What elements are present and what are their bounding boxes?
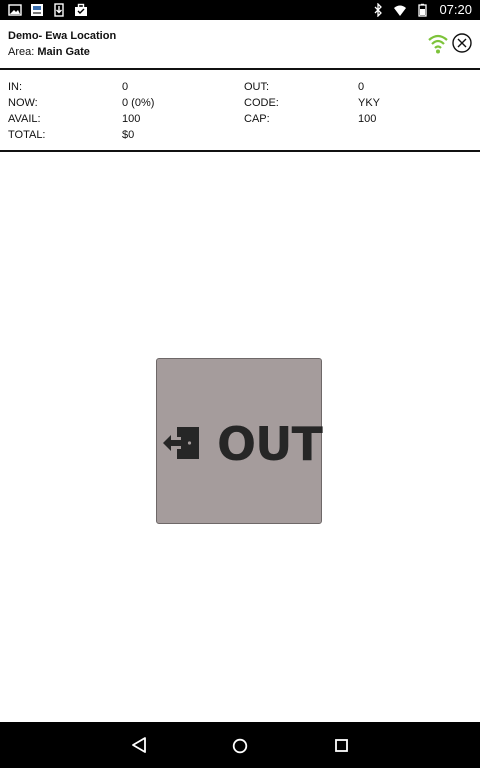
now-value: 0 (0%): [122, 97, 155, 109]
app-icon: [31, 4, 43, 16]
cap-value: 100: [358, 113, 377, 125]
home-icon[interactable]: [232, 738, 248, 754]
stats-divider: [0, 150, 480, 152]
in-label: IN:: [8, 81, 23, 93]
navigation-bar: [0, 722, 480, 768]
wifi-status-icon: [394, 5, 407, 16]
area-label: Area:: [8, 46, 35, 58]
total-label: TOTAL:: [8, 129, 46, 141]
wifi-connected-icon: [428, 34, 448, 54]
out-value: 0: [358, 81, 365, 93]
battery-icon: [418, 3, 428, 17]
avail-label: AVAIL:: [8, 113, 41, 125]
total-value: $0: [122, 129, 135, 141]
area-line: Area: Main Gate: [8, 46, 90, 58]
code-value: YKY: [358, 97, 381, 109]
location-name: Demo- Ewa Location: [8, 30, 117, 42]
back-icon[interactable]: [130, 737, 148, 753]
out-button-label: OUT: [217, 417, 323, 471]
briefcase-icon: [75, 3, 87, 16]
out-label: OUT:: [244, 81, 270, 93]
image-icon: [8, 4, 22, 16]
bluetooth-icon: [374, 2, 383, 17]
recents-icon[interactable]: [335, 739, 348, 752]
cap-label: CAP:: [244, 113, 270, 125]
in-value: 0: [122, 81, 129, 93]
status-time: 07:20: [439, 2, 472, 17]
area-value: Main Gate: [37, 46, 90, 58]
now-label: NOW:: [8, 97, 38, 109]
avail-value: 100: [122, 113, 141, 125]
close-icon[interactable]: [452, 33, 472, 53]
status-bar: 07:20: [0, 0, 480, 20]
stats-panel: IN: 0 OUT: 0 NOW: 0 (0%) CODE: YKY AVAIL…: [0, 70, 480, 150]
download-icon: [54, 3, 64, 17]
exit-door-icon: [163, 427, 199, 459]
location-header: Demo- Ewa Location Area: Main Gate: [0, 20, 480, 68]
code-label: CODE:: [244, 97, 279, 109]
out-button[interactable]: OUT: [156, 358, 323, 524]
